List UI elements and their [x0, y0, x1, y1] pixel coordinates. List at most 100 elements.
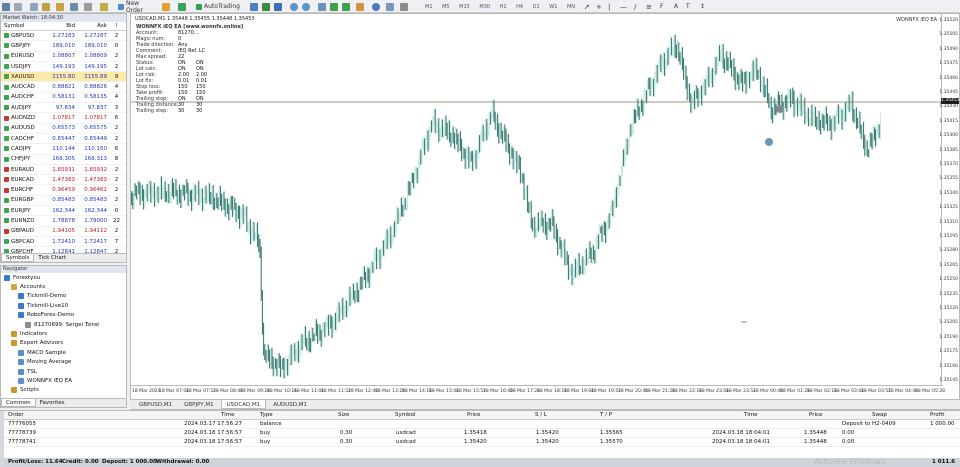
navigator-item[interactable]: Moving Average	[1, 358, 126, 367]
tab-symbols[interactable]: Symbols	[1, 254, 35, 262]
navigator-item[interactable]: RoboForex-Demo	[1, 311, 126, 320]
navigator-item[interactable]: Accounts	[1, 282, 126, 291]
arrows-icon[interactable]: ↕	[700, 2, 705, 11]
column-header[interactable]: Symbol	[1, 22, 47, 30]
market-watch-row[interactable]: GBPCAD 1.72410 1.72417 7	[1, 237, 126, 248]
navigator-item[interactable]: Tickmill-Live10	[1, 301, 126, 310]
navigator-item[interactable]: Expert Advisors	[1, 339, 126, 348]
market-watch-row[interactable]: AUDCAD 0.88821 0.88826 4	[1, 82, 126, 93]
column-header[interactable]: S / L	[535, 412, 547, 418]
chart-shift-icon[interactable]	[342, 2, 350, 11]
market-watch-row[interactable]: XAUUSD 2155.80 2155.89 9	[1, 72, 126, 83]
navigator-item[interactable]: Forextyou	[1, 273, 126, 282]
tab-common[interactable]: Common	[1, 399, 36, 407]
column-header[interactable]: Time	[221, 412, 234, 418]
horizontal-line-icon[interactable]: —	[620, 2, 627, 11]
price-axis[interactable]: 1.35520 1.35505 1.35490 1.35475 1.35460 1.354…	[939, 14, 960, 386]
navigator-item[interactable]: MACD Sample	[1, 348, 126, 357]
market-watch-row[interactable]: EURAUD 1.65931 1.65932 2	[1, 165, 126, 176]
market-watch-row[interactable]: GBPAUD 1.94105 1.94112 2	[1, 227, 126, 237]
timeframe-m30[interactable]: M30	[479, 4, 490, 10]
market-watch-row[interactable]: USDJPY 149.193 149.195 2	[1, 62, 126, 73]
metaeditor-icon[interactable]	[162, 2, 170, 11]
market-watch-icon[interactable]	[30, 2, 38, 11]
auto-scroll-icon[interactable]	[330, 2, 338, 11]
market-watch-row[interactable]: CADJPY 110.144 110.150 6	[1, 144, 126, 155]
navigator-item[interactable]: Tickmill-Demo	[1, 292, 126, 301]
trade-marker-icon[interactable]	[765, 138, 773, 146]
zoom-out-icon[interactable]	[302, 2, 310, 11]
crosshair-icon[interactable]: +	[596, 2, 602, 11]
market-watch-row[interactable]: GBPUSD 1.27283 1.27287 2	[1, 31, 126, 42]
chart-window[interactable]: USDCAD,M1 1.35448 1.35455 1.35448 1.3545…	[130, 13, 960, 400]
market-watch-row[interactable]: AUDCHF 0.58131 0.58135 4	[1, 93, 126, 104]
cursor-icon[interactable]: ➚	[584, 2, 590, 11]
market-watch-row[interactable]: GBPJPY 189.010 189.010 0	[1, 41, 126, 52]
channel-icon[interactable]: ≡	[646, 2, 652, 11]
auto-trading-button[interactable]: AutoTrading	[192, 2, 244, 11]
column-header[interactable]: Profit	[930, 412, 944, 418]
terminal-icon[interactable]	[70, 2, 78, 11]
column-header[interactable]: Swap	[872, 412, 887, 418]
navigator-icon[interactable]	[56, 2, 64, 11]
timeframe-m1[interactable]: M1	[425, 4, 433, 10]
fibonacci-icon[interactable]: F	[660, 2, 663, 11]
candlesticks-icon[interactable]	[262, 2, 270, 11]
navigator-item[interactable]: WONNFX iEQ EA	[1, 376, 126, 385]
chart-tab[interactable]: AUDUSD,M1	[268, 400, 312, 409]
templates-icon[interactable]	[386, 2, 394, 11]
timeframe-h4[interactable]: H4	[516, 4, 523, 10]
new-chart-icon[interactable]	[2, 2, 10, 11]
column-header[interactable]: Price	[809, 412, 822, 418]
trendline-icon[interactable]: /	[634, 2, 636, 11]
vertical-line-icon[interactable]: |	[608, 2, 610, 11]
market-watch-row[interactable]: EURJPY 162.344 162.344 0	[1, 206, 126, 217]
column-header[interactable]: Time	[744, 412, 757, 418]
market-watch-row[interactable]: AUDJPY 97.834 97.837 3	[1, 103, 126, 114]
profiles-icon[interactable]	[14, 2, 22, 11]
signals-icon[interactable]	[178, 2, 186, 11]
market-watch-row[interactable]: CHFJPY 168.305 168.313 8	[1, 155, 126, 165]
market-watch-row[interactable]: EURCHF 0.96459 0.96461 2	[1, 185, 126, 196]
timeframe-h1[interactable]: H1	[500, 4, 507, 10]
market-watch-row[interactable]: EURCAD 1.47383 1.47383 2	[1, 175, 126, 186]
column-header[interactable]: !	[109, 22, 124, 30]
terminal-row[interactable]: 77778741 2024.03.18 17:56:57 buy 0.30 usdcad…	[4, 438, 960, 447]
tab-tick-chart[interactable]: Tick Chart	[34, 254, 70, 262]
new-order-button[interactable]: New Order	[118, 0, 158, 14]
market-watch-row[interactable]: AUDNZD 1.07817 1.07817 6	[1, 113, 126, 124]
column-header[interactable]: Ask	[77, 22, 109, 30]
zoom-in-icon[interactable]	[290, 2, 298, 11]
trade-marker-icon[interactable]	[776, 105, 784, 113]
column-header[interactable]: Order	[8, 412, 24, 418]
timeframe-m15[interactable]: M15	[459, 4, 470, 10]
history-center-icon[interactable]	[100, 2, 108, 11]
navigator-item[interactable]: Scripts	[1, 386, 126, 395]
timeframe-d1[interactable]: D1	[533, 4, 540, 10]
objects-icon[interactable]	[400, 2, 408, 11]
column-header[interactable]: Size	[338, 412, 349, 418]
line-chart-icon[interactable]	[274, 2, 282, 11]
market-watch-row[interactable]: EURNZD 1.78878 1.79000 22	[1, 216, 126, 227]
column-header[interactable]: Type	[260, 412, 273, 418]
indicators-icon[interactable]	[356, 2, 364, 11]
tab-favorites[interactable]: Favorites	[36, 399, 69, 407]
chart-tab[interactable]: USDCAD,M1	[220, 400, 267, 409]
market-watch-row[interactable]: CADCHF 0.65447 0.65449 2	[1, 134, 126, 145]
column-header[interactable]: Symbol	[395, 412, 416, 418]
timeframe-mn[interactable]: MN	[567, 4, 575, 10]
terminal-row[interactable]: 77776055 2024.03.17 17:56:27 balance Deposi…	[4, 420, 960, 429]
market-watch-row[interactable]: AUDUSD 0.65573 0.65575 2	[1, 124, 126, 134]
column-header[interactable]: Price	[467, 412, 480, 418]
market-watch-row[interactable]: EURUSD 1.08807 1.08809 2	[1, 52, 126, 62]
navigator-item[interactable]: TSL	[1, 367, 126, 376]
data-window-icon[interactable]	[42, 2, 50, 11]
text-icon[interactable]: A	[674, 2, 678, 11]
chart-tab[interactable]: GBPUSD,M1	[134, 400, 177, 409]
text-label-icon[interactable]: T	[686, 2, 690, 11]
periods-icon[interactable]	[372, 2, 380, 11]
column-header[interactable]: Bid	[47, 22, 77, 30]
chart-tab[interactable]: GBPJPY,M1	[179, 400, 219, 409]
column-header[interactable]: T / P	[600, 412, 612, 418]
tile-windows-icon[interactable]	[318, 2, 326, 11]
